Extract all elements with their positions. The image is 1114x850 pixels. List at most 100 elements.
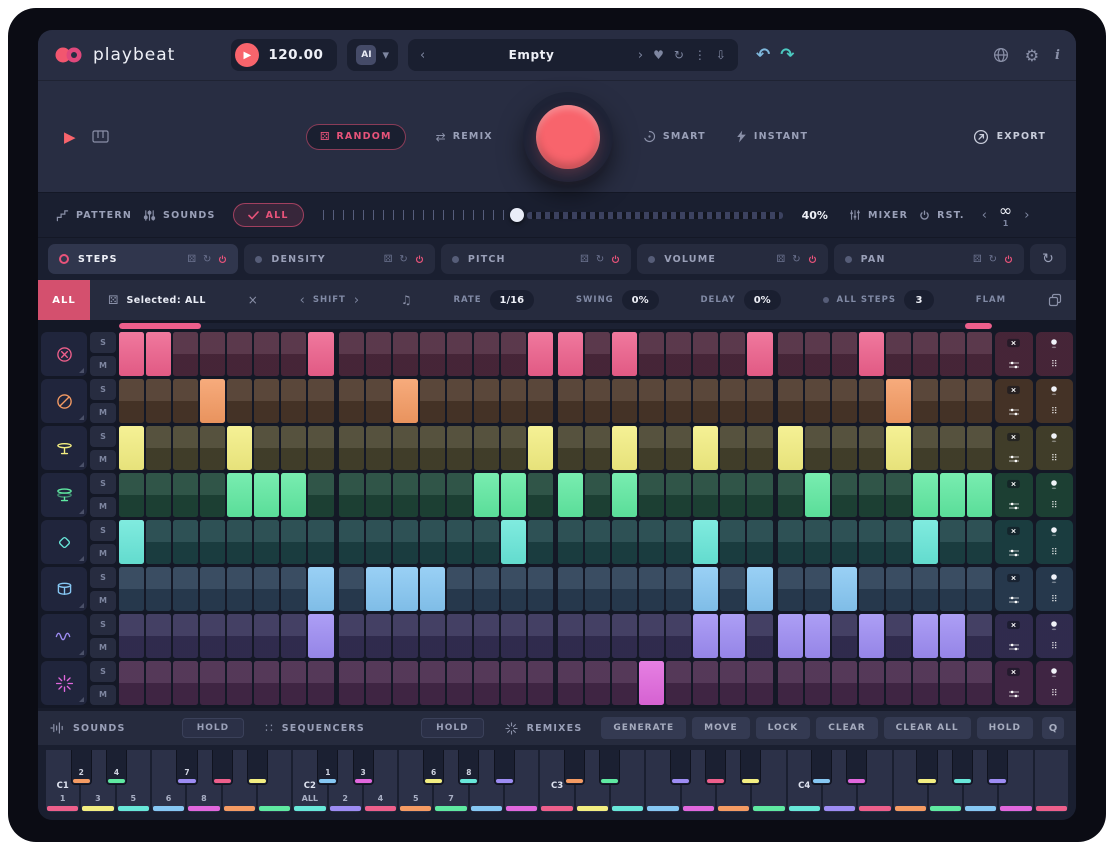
step-cell[interactable] xyxy=(393,614,418,658)
step-cell[interactable] xyxy=(366,661,391,705)
step-cell[interactable] xyxy=(859,426,884,470)
step-cell[interactable] xyxy=(146,520,171,564)
step-cell[interactable] xyxy=(693,473,718,517)
step-cell[interactable] xyxy=(308,332,333,376)
tab-steps[interactable]: STEPS⚄↻ xyxy=(48,244,238,274)
black-key[interactable] xyxy=(247,750,268,785)
step-cell[interactable] xyxy=(501,332,526,376)
step-cell[interactable] xyxy=(281,567,306,611)
step-cell[interactable] xyxy=(612,332,637,376)
step-cell[interactable] xyxy=(913,332,938,376)
step-cell[interactable] xyxy=(832,614,857,658)
step-cell[interactable] xyxy=(886,426,911,470)
step-cell[interactable] xyxy=(612,520,637,564)
step-cell[interactable] xyxy=(227,567,252,611)
wave-icon[interactable] xyxy=(41,614,87,658)
step-cell[interactable] xyxy=(913,473,938,517)
black-key[interactable] xyxy=(564,750,585,785)
step-cell[interactable] xyxy=(585,520,610,564)
shift-right-button[interactable]: › xyxy=(354,293,359,308)
step-cell[interactable] xyxy=(227,473,252,517)
shaker-icon[interactable] xyxy=(41,520,87,564)
download-icon[interactable]: ⇩ xyxy=(716,48,726,62)
step-cell[interactable] xyxy=(200,426,225,470)
black-key[interactable] xyxy=(494,750,515,785)
kick-icon[interactable] xyxy=(41,332,87,376)
step-cell[interactable] xyxy=(366,567,391,611)
step-cell[interactable] xyxy=(146,332,171,376)
step-cell[interactable] xyxy=(693,614,718,658)
smart-mode-button[interactable]: SMART xyxy=(643,130,706,143)
step-cell[interactable] xyxy=(501,520,526,564)
mute-button[interactable]: M xyxy=(90,497,116,518)
black-key[interactable]: 1 xyxy=(317,750,338,785)
step-cell[interactable] xyxy=(720,379,745,423)
rate-value[interactable]: 1/16 xyxy=(490,290,535,310)
step-cell[interactable] xyxy=(339,379,364,423)
step-cell[interactable] xyxy=(501,614,526,658)
step-cell[interactable] xyxy=(366,473,391,517)
step-cell[interactable] xyxy=(913,426,938,470)
step-cell[interactable] xyxy=(967,426,992,470)
step-cell[interactable] xyxy=(501,567,526,611)
power-toggle[interactable] xyxy=(218,255,227,264)
step-cell[interactable] xyxy=(281,520,306,564)
step-cell[interactable] xyxy=(339,614,364,658)
step-cell[interactable] xyxy=(612,567,637,611)
hihat-open-icon[interactable] xyxy=(41,473,87,517)
black-key[interactable] xyxy=(705,750,726,785)
preset-prev-button[interactable]: ‹ xyxy=(420,48,425,63)
expand-corner-icon[interactable] xyxy=(79,603,84,608)
undo-icon[interactable]: ↶ xyxy=(756,45,770,65)
row-sliders-button[interactable] xyxy=(995,683,1033,705)
step-cell[interactable] xyxy=(254,520,279,564)
step-cell[interactable] xyxy=(693,661,718,705)
step-cell[interactable] xyxy=(639,614,664,658)
step-cell[interactable] xyxy=(967,520,992,564)
solo-button[interactable]: S xyxy=(90,661,116,682)
loop-icon[interactable]: ↻ xyxy=(792,254,800,265)
step-cell[interactable] xyxy=(447,332,472,376)
step-cell[interactable] xyxy=(832,379,857,423)
power-toggle[interactable] xyxy=(415,255,424,264)
step-cell[interactable] xyxy=(200,473,225,517)
step-cell[interactable] xyxy=(308,567,333,611)
black-key[interactable] xyxy=(811,750,832,785)
black-key[interactable] xyxy=(987,750,1008,785)
roll-ball-button[interactable] xyxy=(1036,661,1074,683)
step-cell[interactable] xyxy=(254,661,279,705)
loop-icon[interactable]: ↻ xyxy=(596,254,604,265)
step-cell[interactable] xyxy=(227,426,252,470)
expand-corner-icon[interactable] xyxy=(79,462,84,467)
favorite-icon[interactable]: ♥ xyxy=(653,48,664,62)
step-cell[interactable] xyxy=(558,520,583,564)
gear-icon[interactable]: ⚙ xyxy=(1025,46,1039,65)
step-cell[interactable] xyxy=(720,661,745,705)
step-cell[interactable] xyxy=(639,379,664,423)
step-cell[interactable] xyxy=(281,614,306,658)
step-cell[interactable] xyxy=(146,661,171,705)
tab-pitch[interactable]: PITCH⚄↻ xyxy=(441,244,631,274)
step-cell[interactable] xyxy=(778,614,803,658)
apply-all-button[interactable]: ALL xyxy=(233,203,304,227)
step-cell[interactable] xyxy=(805,473,830,517)
clear-track-button[interactable] xyxy=(995,379,1033,401)
drag-handle[interactable]: ⠿ xyxy=(1036,542,1074,564)
step-cell[interactable] xyxy=(119,332,144,376)
step-cell[interactable] xyxy=(281,332,306,376)
step-cell[interactable] xyxy=(747,473,772,517)
shift-left-button[interactable]: ‹ xyxy=(300,293,305,308)
select-all-tracks-button[interactable]: ALL xyxy=(38,280,90,320)
step-cell[interactable] xyxy=(119,567,144,611)
row-sliders-button[interactable] xyxy=(995,448,1033,470)
step-cell[interactable] xyxy=(639,661,664,705)
step-cell[interactable] xyxy=(474,426,499,470)
instant-mode-button[interactable]: INSTANT xyxy=(736,130,808,143)
solo-button[interactable]: S xyxy=(90,473,116,494)
page-next-button[interactable]: › xyxy=(1024,208,1029,223)
row-sliders-button[interactable] xyxy=(995,401,1033,423)
ai-dropdown[interactable]: AI ▾ xyxy=(347,39,398,71)
step-cell[interactable] xyxy=(859,520,884,564)
step-cell[interactable] xyxy=(612,661,637,705)
step-cell[interactable] xyxy=(666,426,691,470)
